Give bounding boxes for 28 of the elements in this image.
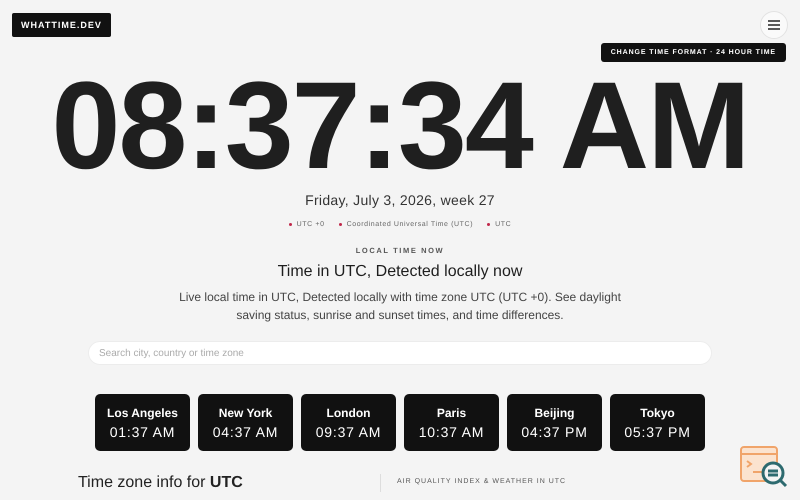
menu-button[interactable] [760, 11, 788, 39]
city-time: 01:37 AM [110, 424, 176, 440]
section-heading: Time zone info for UTC [78, 474, 381, 492]
city-time: 04:37 PM [521, 424, 588, 440]
city-card[interactable]: New York 04:37 AM [198, 394, 293, 451]
page-heading: Time in UTC, Detected locally now [278, 263, 522, 281]
city-card[interactable]: Tokyo 05:37 PM [610, 394, 705, 451]
city-time: 10:37 AM [418, 424, 484, 440]
date-text: Friday, July 3, 2026, week 27 [305, 192, 495, 208]
city-card[interactable]: Paris 10:37 AM [404, 394, 499, 451]
browser-search-icon[interactable] [740, 446, 790, 488]
clock-display: 08:37:34 AM [51, 64, 749, 188]
city-card[interactable]: Beijing 04:37 PM [507, 394, 602, 451]
city-name: Paris [436, 406, 466, 420]
city-name: Los Angeles [107, 406, 178, 420]
site-logo[interactable]: WHATTIME.DEV [12, 13, 111, 37]
city-name: London [326, 406, 370, 420]
city-time: 09:37 AM [316, 424, 382, 440]
search-field[interactable]: Search city, country or time zone [88, 341, 712, 365]
city-card[interactable]: Los Angeles 01:37 AM [95, 394, 190, 451]
description-text: Live local time in UTC, Detected locally with time zone UTC (UTC +0). See daylight saving status, sunrise and sunset times, and time differences. [178, 289, 622, 324]
menu-icon [768, 20, 780, 30]
city-name: Beijing [534, 406, 574, 420]
city-time: 04:37 AM [212, 424, 278, 440]
city-name: Tokyo [640, 406, 675, 420]
city-name: New York [218, 406, 272, 420]
city-card[interactable]: London 09:37 AM [301, 394, 396, 451]
city-time: 05:37 PM [624, 424, 691, 440]
